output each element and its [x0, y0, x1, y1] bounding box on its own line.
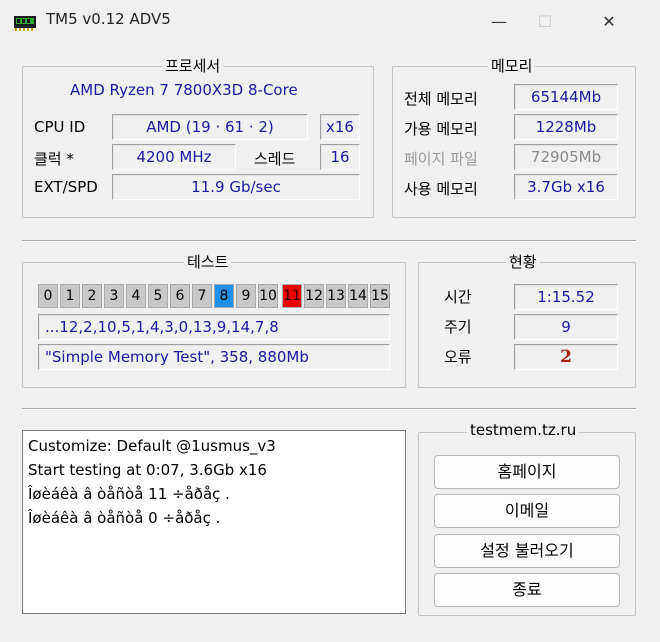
test-cell: 13	[326, 284, 346, 308]
total-memory-label: 전체 메모리	[404, 90, 478, 108]
processor-group-title: 프로세서	[162, 55, 224, 76]
error-label: 오류	[444, 348, 472, 366]
app-icon	[14, 16, 36, 31]
test-cell: 10	[258, 284, 278, 308]
threads-field: 16	[320, 144, 360, 170]
test-cell: 4	[126, 284, 146, 308]
page-file-label: 페이지 파일	[404, 150, 478, 168]
log-line: Îøèáêà â òåñòå 0 ÷åðåç .	[28, 509, 221, 527]
log-line: Customize: Default @1usmus_v3	[28, 437, 276, 455]
used-memory-field: 3.7Gb x16	[514, 174, 618, 200]
ext-spd-field: 11.9 Gb/sec	[112, 174, 360, 200]
page-file-field: 72905Mb	[514, 144, 618, 170]
current-test-field: "Simple Memory Test", 358, 880Mb	[38, 344, 390, 370]
error-count-value: 2	[560, 347, 572, 367]
time-label: 시간	[444, 288, 472, 306]
minimize-button[interactable]: —	[476, 0, 522, 44]
exit-button[interactable]: 종료	[434, 573, 620, 607]
window-title: TM5 v0.12 ADV5	[46, 10, 171, 28]
cpu-mult-field: x16	[320, 114, 360, 140]
test-cell: 12	[304, 284, 324, 308]
cpu-id-field: AMD (19 · 61 · 2)	[112, 114, 308, 140]
test-group-title: 테스트	[184, 251, 232, 272]
maximize-button: ☐	[522, 0, 568, 44]
test-cell: 8	[214, 284, 234, 308]
separator-top	[22, 240, 636, 242]
test-cell: 5	[148, 284, 168, 308]
test-cell: 6	[170, 284, 190, 308]
test-cell: 2	[82, 284, 102, 308]
website-title: testmem.tz.ru	[467, 421, 580, 439]
load-settings-button[interactable]: 설정 불러오기	[434, 534, 620, 568]
test-cell: 0	[38, 284, 58, 308]
email-button[interactable]: 이메일	[434, 494, 620, 528]
test-cell: 9	[236, 284, 256, 308]
cycle-field: 9	[514, 314, 618, 340]
log-line: Start testing at 0:07, 3.6Gb x16	[28, 461, 267, 479]
time-field: 1:15.52	[514, 284, 618, 310]
available-memory-label: 가용 메모리	[404, 120, 478, 138]
total-memory-field: 65144Mb	[514, 84, 618, 110]
test-cell: 14	[348, 284, 368, 308]
test-cell: 11	[282, 284, 302, 308]
clock-field: 4200 MHz	[112, 144, 236, 170]
ext-spd-label: EXT/SPD	[34, 178, 98, 196]
minimize-icon: —	[491, 12, 507, 31]
available-memory-field: 1228Mb	[514, 114, 618, 140]
maximize-icon: ☐	[537, 12, 553, 31]
test-cell: 7	[192, 284, 212, 308]
cpu-name: AMD Ryzen 7 7800X3D 8-Core	[70, 81, 298, 99]
cycle-label: 주기	[444, 318, 472, 336]
threads-label: 스레드	[254, 150, 296, 168]
test-cell: 1	[60, 284, 80, 308]
test-sequence-field: ...12,2,10,5,1,4,3,0,13,9,14,7,8	[38, 314, 390, 340]
test-cell: 3	[104, 284, 124, 308]
close-icon: ✕	[602, 12, 616, 31]
memory-group-title: 메모리	[488, 55, 536, 76]
separator-bottom	[22, 408, 636, 410]
title-bar[interactable]: TM5 v0.12 ADV5 — ☐ ✕	[0, 0, 660, 44]
used-memory-label: 사용 메모리	[404, 180, 478, 198]
error-count-field: 2	[514, 344, 618, 370]
test-cell: 15	[370, 284, 390, 308]
close-button[interactable]: ✕	[586, 0, 632, 44]
log-line: Îøèáêà â òåñòå 11 ÷åðåç .	[28, 485, 230, 503]
log-textarea[interactable]: Customize: Default @1usmus_v3 Start test…	[22, 430, 406, 614]
status-group-title: 현황	[506, 251, 540, 272]
homepage-button[interactable]: 홈페이지	[434, 455, 620, 489]
clock-label: 클럭 *	[34, 150, 74, 168]
cpu-id-label: CPU ID	[34, 118, 86, 136]
